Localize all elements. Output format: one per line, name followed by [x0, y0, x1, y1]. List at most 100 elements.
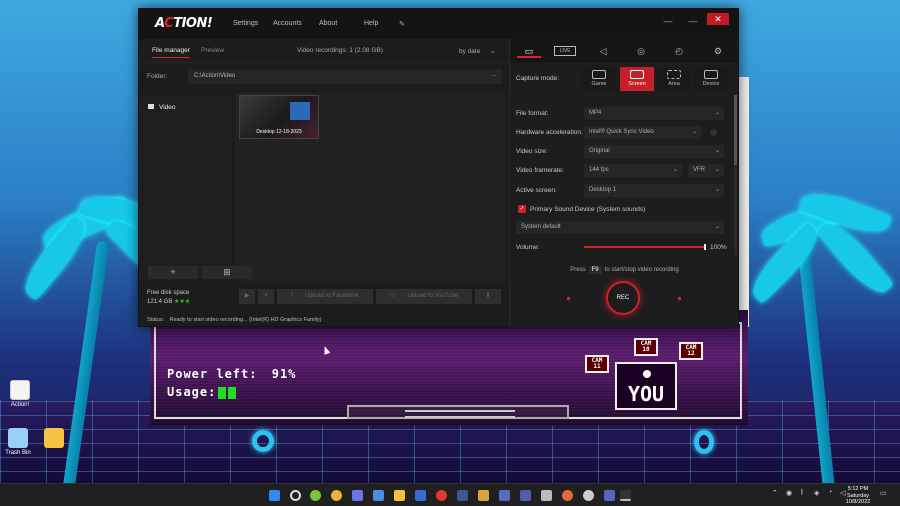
sidebar-item-video[interactable]: Video [148, 104, 176, 111]
menu-accounts[interactable]: Accounts [273, 20, 302, 27]
taskbar-clock[interactable]: 5:12 PM Saturday 10/8/2022 [845, 486, 871, 506]
app-icon-3[interactable] [436, 490, 447, 501]
cam-11-button[interactable]: CAM 11 [585, 355, 609, 373]
sound-device-checkbox[interactable]: ✓ [518, 205, 526, 213]
app-icon-5[interactable] [499, 490, 510, 501]
capture-mode-area[interactable]: Area [657, 67, 691, 91]
camera-toggle-panel[interactable] [347, 405, 569, 419]
game-window[interactable]: Power left: 91% Usage: CAM 11 CAM 10 CAM 12… [150, 310, 748, 426]
tab-live[interactable]: LIVE [554, 46, 576, 56]
minimize-to-tray-button[interactable]: — [659, 16, 677, 26]
play-button[interactable]: ▶ [239, 289, 255, 304]
search-icon[interactable] [290, 490, 301, 501]
framerate-select[interactable]: 144 fps ⌄ [584, 164, 682, 177]
app-icon-8[interactable] [562, 490, 573, 501]
chevron-down-icon: ⌄ [714, 148, 720, 154]
folder-label: Folder: [147, 73, 168, 80]
tray-app-icon-2[interactable]: ◈ [814, 489, 819, 497]
desktop-icon-trash[interactable]: Trash Bin [0, 428, 38, 456]
cam-10-button[interactable]: CAM 10 [634, 338, 658, 356]
chevron-down-icon: ⌄ [714, 110, 720, 116]
menu-help[interactable]: Help [364, 20, 378, 27]
tab-preview[interactable]: Preview [201, 47, 224, 54]
tab-audio[interactable]: ◁ [591, 44, 615, 58]
tray-app-icon[interactable]: ◉ [786, 489, 792, 497]
capture-settings-panel: ▭ LIVE ◁ ◎ ◴ ⚙ Capture mode: Game Screen… [509, 39, 739, 327]
folder-row: Folder: C:\Action\Video ... [139, 67, 509, 87]
volume-slider[interactable] [584, 244, 706, 250]
video-size-select[interactable]: Original ⌄ [584, 145, 724, 158]
area-icon [667, 70, 681, 79]
usage-bar [218, 386, 227, 399]
recording-thumbnail[interactable]: Desktop 12-18-2023 [239, 95, 319, 139]
upload-more-button[interactable]: ⬆ [475, 289, 501, 304]
video-size-label: Video size: [516, 148, 548, 155]
neon-ring-right [694, 430, 714, 454]
chevron-up-icon[interactable]: ⌃ [772, 489, 778, 497]
folder-browse-button[interactable]: ... [491, 72, 496, 78]
tab-benchmark[interactable]: ◴ [667, 44, 691, 58]
app-icon-4[interactable] [478, 490, 489, 501]
capture-mode-label: Capture mode: [516, 75, 559, 82]
desktop-icon-action[interactable]: Action! [0, 380, 40, 408]
rec-indicator-right [678, 297, 681, 300]
bluetooth-icon[interactable]: ᛒ [800, 489, 804, 496]
capture-mode-screen[interactable]: Screen [620, 67, 654, 91]
tab-file-manager[interactable]: File manager [152, 47, 190, 58]
facebook-icon: f [291, 293, 293, 299]
cam-12-button[interactable]: CAM 12 [679, 342, 703, 360]
add-folder-button[interactable]: + [148, 266, 198, 279]
app-icon-6[interactable] [520, 490, 531, 501]
file-explorer-icon[interactable] [394, 490, 405, 501]
chrome-icon[interactable] [331, 490, 342, 501]
capture-mode-game[interactable]: Game [582, 67, 616, 91]
you-marker: YOU [615, 362, 677, 410]
upload-icon: ⬆ [485, 293, 491, 299]
upload-youtube-button[interactable]: ▭ Upload to YouTube [376, 289, 472, 304]
power-left-value: 91% [271, 367, 297, 381]
settings-scrollbar[interactable] [734, 95, 737, 255]
delete-button[interactable]: ✕ [258, 289, 274, 304]
sound-source-select[interactable]: System default ⌄ [516, 221, 724, 234]
capture-mode-device[interactable]: Device [694, 67, 728, 91]
file-format-select[interactable]: MP4 ⌄ [584, 107, 724, 120]
edit-pen-icon[interactable]: ✎ [399, 20, 405, 28]
app-icon-2[interactable] [415, 490, 426, 501]
desktop-icon-folder[interactable] [34, 428, 74, 450]
start-button-icon[interactable] [269, 490, 280, 501]
notifications-icon[interactable]: ▭ [880, 489, 887, 497]
notes-icon[interactable] [373, 490, 384, 501]
app-icon-10[interactable] [604, 490, 615, 501]
rec-button[interactable]: REC [606, 281, 640, 315]
upload-facebook-button[interactable]: f Upload to Facebook [277, 289, 373, 304]
usage-bar [228, 386, 237, 399]
chevron-down-icon: ⌄ [714, 187, 720, 193]
hw-accel-info-icon[interactable] [710, 129, 717, 136]
minimize-button[interactable]: — [684, 16, 702, 26]
action-logo: ACTION! [155, 16, 213, 31]
windows-folder-button[interactable]: ⊞ [202, 266, 252, 279]
action-taskbar-icon[interactable] [620, 490, 631, 501]
tab-screenshot[interactable]: ◎ [629, 44, 653, 58]
tab-settings[interactable]: ⚙ [706, 44, 730, 58]
file-format-label: File format: [516, 110, 549, 117]
app-icon-1[interactable] [310, 490, 321, 501]
hw-accel-select[interactable]: Intel® Quick Sync Video ⌄ [584, 126, 701, 139]
title-bar[interactable]: ACTION! Settings Accounts About Help ✎ —… [139, 9, 738, 39]
chevron-down-icon: ⌄ [714, 167, 720, 173]
app-icon-9[interactable] [583, 490, 594, 501]
menu-settings[interactable]: Settings [233, 20, 258, 27]
steam-icon[interactable] [457, 490, 468, 501]
framerate-mode-select[interactable]: VFR ⌄ [688, 164, 724, 177]
folder-path-field[interactable]: C:\Action\Video ... [188, 69, 502, 84]
active-screen-select[interactable]: Desktop 1 ⌄ [584, 184, 724, 197]
volume-value: 100% [710, 244, 727, 251]
menu-about[interactable]: About [319, 20, 337, 27]
wifi-icon[interactable]: ◔ [828, 489, 832, 496]
sort-dropdown[interactable]: by date ⌄ [459, 47, 496, 55]
close-button[interactable]: ✕ [707, 13, 729, 25]
app-icon-7[interactable] [541, 490, 552, 501]
tab-video-recording[interactable]: ▭ [517, 44, 541, 58]
discord-icon[interactable] [352, 490, 363, 501]
action-app-window[interactable]: ACTION! Settings Accounts About Help ✎ —… [138, 8, 739, 327]
